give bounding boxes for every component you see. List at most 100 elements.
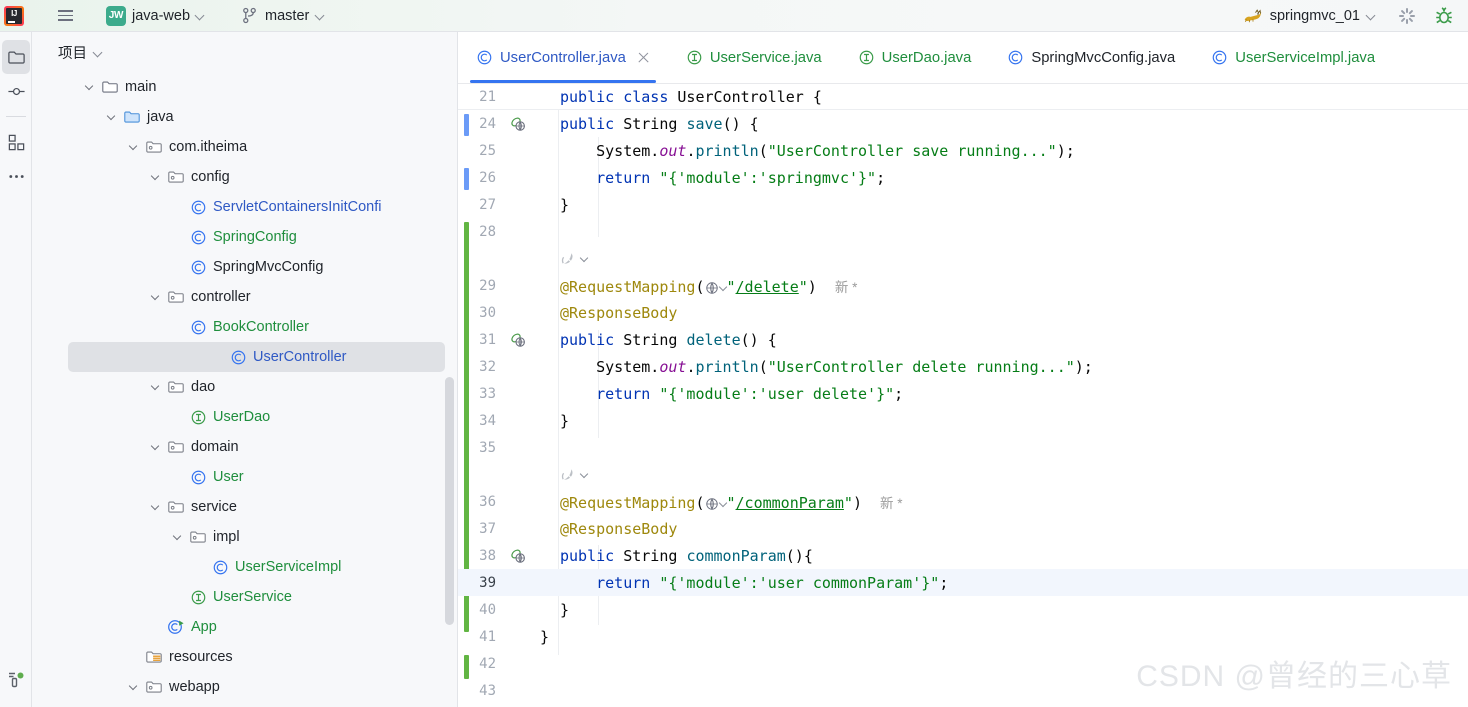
tree-item-user[interactable]: User [166,462,250,492]
code-line[interactable]: 28 [458,218,1468,245]
tree-item-com-itheima[interactable]: com.itheima [122,132,253,162]
chevron-down-icon[interactable] [78,76,100,98]
chevron-down-icon[interactable] [720,284,727,291]
code-line[interactable]: 24 public String save() { [458,110,1468,137]
editor-tab-springmvcconfig[interactable]: SpringMvcConfig.java [989,32,1193,83]
folder-icon [100,77,120,97]
resources-folder-icon [144,647,164,667]
line-number: 31 [479,331,496,348]
close-icon[interactable] [637,51,650,64]
chevron-down-icon[interactable] [122,676,144,698]
chevron-down-icon[interactable] [144,286,166,308]
tree-item-service[interactable]: service [144,492,243,522]
code-line[interactable]: 29 @RequestMapping("/delete") 新 * [458,272,1468,299]
tree-item-bookcontroller[interactable]: BookController [166,312,315,342]
code-line[interactable]: 36 @RequestMapping("/commonParam") 新 * [458,488,1468,515]
tree-item-domain[interactable]: domain [144,432,245,462]
class-icon [476,49,493,66]
web-endpoint-icon[interactable] [504,116,532,132]
main-toolbar: IJ JW java-web master springmvc_01 [0,0,1468,32]
code-text: @RequestMapping("/commonParam") 新 * [560,493,903,512]
tree-item-app[interactable]: App [144,612,223,642]
chevron-down-icon[interactable] [122,136,144,158]
runnable-class-icon [166,617,186,637]
code-line[interactable]: 26 return "{'module':'springmvc'}"; [458,164,1468,191]
debug-bug-icon[interactable] [1434,6,1454,26]
tree-item-label: service [191,499,237,515]
tree-item-servletcontainersinitconfi[interactable]: ServletContainersInitConfi [166,192,387,222]
tree-item-userdao[interactable]: UserDao [166,402,276,432]
code-line[interactable]: 37 @ResponseBody [458,515,1468,542]
globe-icon[interactable] [705,281,719,295]
tree-item-controller[interactable]: controller [144,282,257,312]
line-number: 41 [479,628,496,645]
structure-tool-window-button[interactable] [0,125,32,159]
globe-icon[interactable] [705,497,719,511]
code-line[interactable]: 34 } [458,407,1468,434]
tree-item-label: com.itheima [169,139,248,155]
editor-tab-userservice[interactable]: UserService.java [668,32,840,83]
chevron-down-icon[interactable] [166,526,188,548]
chevron-down-icon[interactable] [720,500,727,507]
code-line[interactable]: 35 [458,434,1468,461]
tree-item-springconfig[interactable]: SpringConfig [166,222,303,252]
code-line[interactable]: 40 } [458,596,1468,623]
spring-endpoint-hint-row[interactable] [458,245,1468,272]
code-line[interactable]: 42 [458,650,1468,677]
code-line[interactable]: 25 System.out.println("UserController sa… [458,137,1468,164]
ellipsis-icon [8,174,24,178]
run-configuration-selector[interactable]: springmvc_01 [1239,6,1380,26]
tree-item-usercontroller[interactable]: UserController [68,342,445,372]
code-line[interactable]: 32 System.out.println("UserController de… [458,353,1468,380]
chevron-down-icon[interactable] [144,496,166,518]
tree-item-userserviceimpl[interactable]: UserServiceImpl [188,552,347,582]
tree-item-main[interactable]: main [78,72,162,102]
inlay-hint: 新 * [834,279,858,295]
web-endpoint-icon[interactable] [504,548,532,564]
code-line[interactable]: 30 @ResponseBody [458,299,1468,326]
project-tool-window: 项目 main java com.itheima config ServletConta… [32,32,458,707]
project-tool-window-button[interactable] [2,40,30,74]
tree-item-impl[interactable]: impl [166,522,246,552]
chevron-down-icon[interactable] [581,255,588,262]
more-tool-windows-button[interactable] [0,159,32,193]
git-branch-selector[interactable]: master [237,5,329,26]
branch-name-label: master [265,7,310,24]
chevron-down-icon[interactable] [100,106,122,128]
spring-endpoint-hint-row[interactable] [458,461,1468,488]
tree-item-springmvcconfig[interactable]: SpringMvcConfig [166,252,329,282]
tree-item-userservice[interactable]: UserService [166,582,298,612]
tree-item-resources[interactable]: resources [122,642,239,672]
editor-tab-userserviceimpl[interactable]: UserServiceImpl.java [1193,32,1393,83]
code-line[interactable]: 41 } [458,623,1468,650]
editor-tab-usercontroller[interactable]: UserController.java [458,32,668,83]
chevron-down-icon[interactable] [581,471,588,478]
hamburger-menu-icon[interactable] [52,3,78,29]
tree-item-java[interactable]: java [100,102,180,132]
code-line-current[interactable]: 39 return "{'module':'user commonParam'}… [458,569,1468,596]
project-panel-scrollbar[interactable] [445,377,454,625]
editor-tab-userdao[interactable]: UserDao.java [840,32,990,83]
chevron-down-icon[interactable] [144,436,166,458]
code-line[interactable]: 38 public String commonParam(){ [458,542,1468,569]
package-icon [144,137,164,157]
code-line[interactable]: 43 [458,677,1468,704]
problems-tool-window-button[interactable] [0,663,32,697]
spring-bean-hint-icon[interactable] [560,467,576,483]
chevron-down-icon[interactable] [144,376,166,398]
tree-item-config[interactable]: config [144,162,236,192]
tree-item-label: User [213,469,244,485]
code-line[interactable]: 27 } [458,191,1468,218]
project-panel-header[interactable]: 项目 [32,32,457,72]
code-line[interactable]: 31 public String delete() { [458,326,1468,353]
project-selector[interactable]: JW java-web [102,4,209,28]
code-editor[interactable]: 24 public String save() { 25 System.out.… [458,110,1468,707]
spring-bean-hint-icon[interactable] [560,251,576,267]
tree-item-dao[interactable]: dao [144,372,221,402]
code-line[interactable]: 33 return "{'module':'user delete'}"; [458,380,1468,407]
commit-tool-window-button[interactable] [0,74,32,108]
chevron-down-icon[interactable] [144,166,166,188]
tree-item-webapp[interactable]: webapp [122,672,226,702]
web-endpoint-icon[interactable] [504,332,532,348]
line-number: 36 [479,493,496,510]
